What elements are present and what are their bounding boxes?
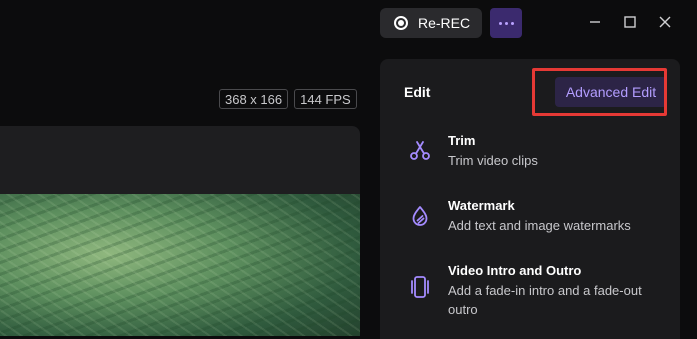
- maximize-button[interactable]: [620, 12, 640, 32]
- edit-item-title: Video Intro and Outro: [448, 263, 582, 278]
- more-options-button[interactable]: [490, 8, 522, 38]
- scissors-icon: [406, 137, 434, 165]
- re-rec-button[interactable]: Re-REC: [380, 8, 482, 38]
- edit-item-intro-outro[interactable]: Video Intro and Outro Add a fade-in intr…: [380, 259, 680, 335]
- minimize-button[interactable]: [585, 12, 605, 32]
- video-frame[interactable]: [0, 194, 360, 336]
- edit-item-title: Trim: [448, 133, 476, 148]
- video-preview: [0, 126, 360, 336]
- edit-item-title: Watermark: [448, 198, 515, 213]
- record-icon: [394, 16, 408, 30]
- close-icon: [659, 16, 671, 28]
- intro-outro-icon: [406, 273, 434, 301]
- resolution-badge: 368 x 166: [219, 89, 289, 109]
- minimize-icon: [590, 21, 600, 23]
- highlight-box: [532, 68, 667, 116]
- watermark-drop-icon: [406, 202, 434, 230]
- video-info-badges: 368 x 166 144 FPS: [219, 89, 357, 109]
- edit-item-desc: Add text and image watermarks: [448, 218, 631, 233]
- edit-item-desc: Add a fade-in intro and a fade-out outro: [448, 283, 642, 317]
- edit-item-desc: Trim video clips: [448, 153, 538, 168]
- edit-item-trim[interactable]: Trim Trim video clips: [380, 129, 680, 185]
- maximize-icon: [624, 16, 636, 28]
- re-rec-label: Re-REC: [418, 15, 471, 31]
- title-bar: Re-REC: [0, 0, 697, 48]
- edit-item-watermark[interactable]: Watermark Add text and image watermarks: [380, 194, 680, 250]
- fps-badge: 144 FPS: [294, 89, 357, 109]
- close-button[interactable]: [655, 12, 675, 32]
- more-dots-icon: [498, 21, 502, 25]
- edit-panel-title: Edit: [404, 84, 431, 100]
